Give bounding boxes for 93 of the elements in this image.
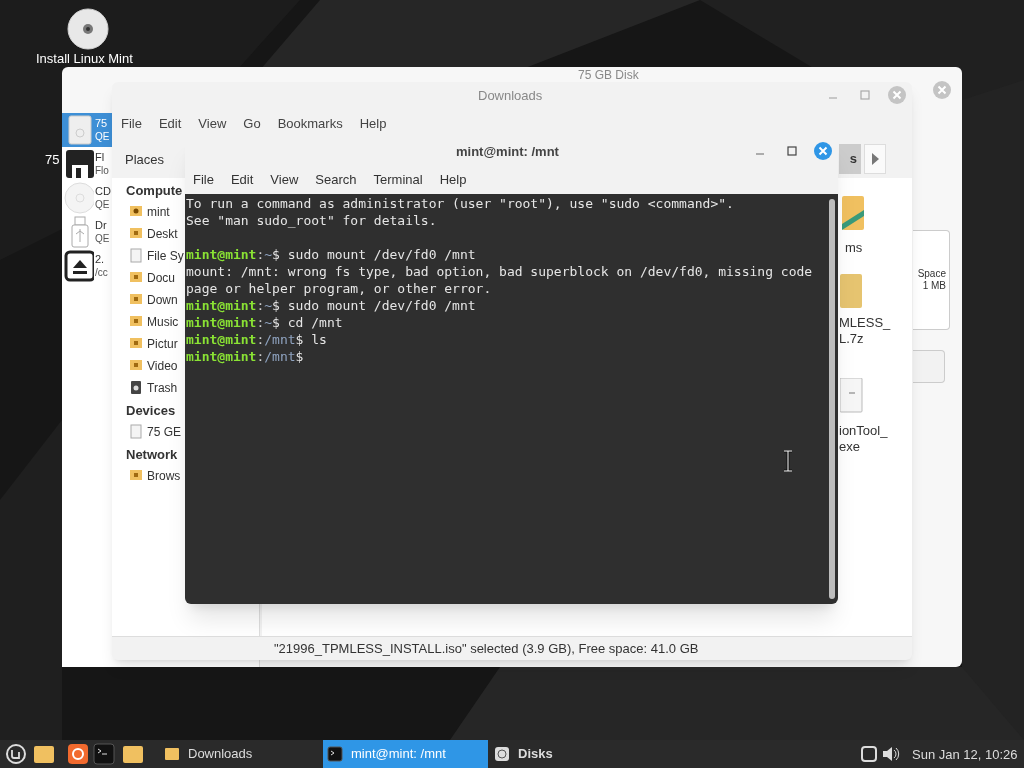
floppy-icon [63, 147, 94, 181]
file-name[interactable]: L.7z [839, 331, 891, 347]
menu-item[interactable]: File [121, 117, 142, 130]
device-name: 2. [95, 253, 106, 266]
sidebar-item[interactable]: File Sy [147, 249, 184, 262]
device-name: CD [95, 185, 111, 198]
desktop-icon-label[interactable]: 75 [45, 153, 60, 166]
fox-icon[interactable] [67, 743, 89, 765]
folder-icon[interactable] [122, 744, 144, 764]
close-icon[interactable] [813, 141, 833, 161]
menu-item[interactable]: Help [439, 173, 467, 186]
sidebar-item[interactable]: Docu [147, 271, 175, 284]
path-button[interactable]: s [839, 144, 861, 174]
cd-icon [63, 181, 94, 215]
disc-icon[interactable] [67, 8, 109, 50]
file-name[interactable]: exe [839, 439, 888, 455]
drive-icon [129, 424, 143, 439]
device-detail: QE [95, 130, 110, 143]
terminal-icon[interactable] [93, 743, 115, 765]
file-name[interactable]: ms [845, 240, 863, 256]
terminal-line: mint@mint:~$ sudo mount /dev/fd0 /mnt [186, 246, 476, 263]
sidebar-item[interactable]: Music [147, 315, 179, 328]
file-name[interactable]: ionTool_ [839, 423, 888, 439]
device-detail: QE [95, 198, 111, 211]
menu-item[interactable]: Go [243, 117, 261, 130]
sidebar-item[interactable]: Deskt [147, 227, 178, 240]
clock[interactable]: Sun Jan 12, 10:26 [912, 748, 1018, 761]
menu-item[interactable]: Edit [230, 173, 254, 186]
terminal-line: mint@mint:/mnt$ [186, 348, 304, 365]
sidebar-item[interactable]: Video [147, 359, 178, 372]
space-value: 1 MB [922, 280, 946, 292]
sidebar-item[interactable]: Trash [147, 381, 178, 394]
terminal-line: mint@mint:/mnt$ ls [186, 331, 327, 348]
status-text: "21996_TPMLESS_INSTALL.iso" selected (3.9 GB), Free space: 41.0 GB [274, 642, 699, 655]
menu-item[interactable]: Search [315, 173, 357, 186]
menu-item[interactable]: Terminal [373, 173, 423, 186]
volume-icon[interactable] [881, 745, 901, 763]
folder-icon [129, 358, 143, 373]
places-label: Places [125, 153, 165, 166]
sidebar-item[interactable]: Pictur [147, 337, 178, 350]
folder-icon [164, 746, 180, 762]
menu-icon[interactable] [5, 743, 27, 765]
device-name: Fl [95, 151, 106, 164]
menu-item[interactable]: File [193, 173, 214, 186]
folder-icon [129, 226, 143, 241]
terminal-line: To run a command as administrator (user "root"), use "sudo <command>". [186, 195, 734, 212]
menu-item[interactable]: Edit [158, 117, 182, 130]
window-icon[interactable] [860, 745, 878, 763]
home-icon [129, 204, 143, 219]
sidebar-heading: Devices [126, 404, 176, 417]
taskbar-window-button[interactable]: Disks [490, 740, 562, 768]
device-detail: QE [95, 232, 110, 245]
terminal-line: page or helper program, or other error. [186, 280, 492, 297]
image-file-icon[interactable] [840, 196, 866, 232]
menu-item[interactable]: Help [359, 117, 387, 130]
taskbar-window-button[interactable]: Downloads [160, 740, 318, 768]
scrollbar[interactable] [829, 199, 835, 599]
menu-item[interactable]: Bookmarks [277, 117, 343, 130]
space-label: Space [917, 268, 946, 280]
sidebar-item[interactable]: Down [147, 293, 178, 306]
menu-item[interactable]: View [270, 173, 299, 186]
folder-icon [129, 468, 143, 483]
drive-icon [129, 248, 143, 263]
sidebar-item[interactable]: mint [147, 205, 170, 218]
device-item[interactable]: CD QE [62, 181, 112, 215]
sidebar-heading: Network [126, 448, 178, 461]
folder-icon [129, 336, 143, 351]
window-title: Downloads [478, 89, 543, 102]
terminal-line: mint@mint:~$ cd /mnt [186, 314, 343, 331]
window-title: 75 GB Disk [578, 69, 639, 81]
folder-icon [129, 270, 143, 285]
device-name: Dr [95, 219, 108, 232]
sidebar-heading: Compute [126, 184, 183, 197]
trash-icon [129, 380, 143, 395]
menu-item[interactable]: View [198, 117, 227, 130]
folder-icon[interactable] [33, 744, 55, 764]
device-detail: /cc [95, 266, 108, 279]
folder-icon [129, 292, 143, 307]
disks-icon [494, 746, 510, 762]
device-name: 75 [95, 117, 109, 130]
desktop-icon-label[interactable]: Install Linux Mint [36, 52, 133, 65]
sidebar-item[interactable]: 75 GE [147, 425, 182, 438]
terminal-line: mint@mint:~$ sudo mount /dev/fd0 /mnt [186, 297, 476, 314]
folder-icon [129, 314, 143, 329]
terminal-icon [327, 746, 343, 762]
file-name[interactable]: MLESS_ [839, 315, 891, 331]
terminal-line: See "man sudo_root" for details. [186, 212, 437, 229]
window-title: mint@mint: /mnt [456, 145, 559, 158]
maximize-icon[interactable] [786, 145, 798, 157]
text-cursor-icon [782, 450, 794, 472]
terminal-line: mount: /mnt: wrong fs type, bad option, bad superblock on /dev/fd0, missing code [186, 263, 813, 280]
device-detail: Flo [95, 164, 109, 177]
sidebar-item[interactable]: Brows [147, 469, 181, 482]
